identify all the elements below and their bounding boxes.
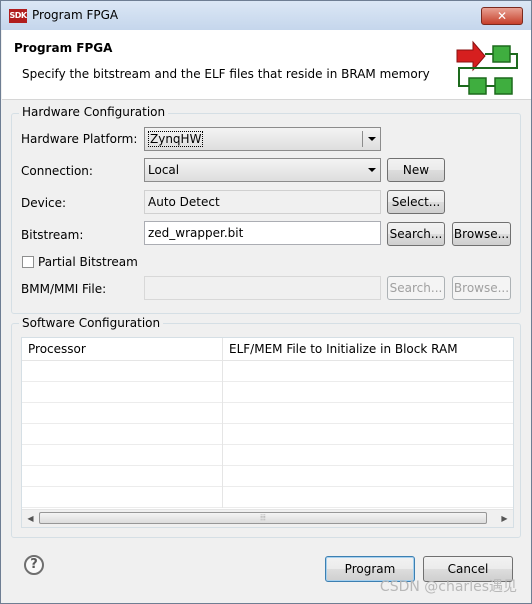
hardware-platform-value: ZynqHW <box>148 131 204 147</box>
scroll-right-icon[interactable]: ▶ <box>496 510 513 527</box>
bmm-file-input[interactable] <box>144 276 381 300</box>
device-label: Device: <box>21 196 67 210</box>
chevron-down-icon <box>368 168 376 172</box>
csdn-watermark: CSDN @charles遇见 <box>379 579 517 595</box>
column-header-elf-file[interactable]: ELF/MEM File to Initialize in Block RAM <box>223 338 513 361</box>
header-description: Specify the bitstream and the ELF files … <box>22 67 430 81</box>
connection-value: Local <box>148 163 180 177</box>
device-field: Auto Detect <box>144 190 381 214</box>
table-row <box>22 424 513 445</box>
column-header-processor[interactable]: Processor <box>22 338 223 361</box>
table-row <box>22 445 513 466</box>
table-row <box>22 403 513 424</box>
dialog-header: Program FPGA Specify the bitstream and t… <box>2 30 531 100</box>
sdk-app-icon: SDK <box>9 9 27 23</box>
new-connection-button[interactable]: New <box>387 158 445 182</box>
bitstream-label: Bitstream: <box>21 228 84 242</box>
title-bar[interactable]: SDK Program FPGA ✕ <box>1 1 531 30</box>
bmm-search-button[interactable]: Search... <box>387 276 445 300</box>
table-row <box>22 487 513 508</box>
horizontal-scrollbar[interactable]: ◀ ⦙⦙⦙ ▶ <box>22 509 513 527</box>
hardware-platform-label: Hardware Platform: <box>21 132 138 146</box>
chevron-down-icon <box>368 137 376 141</box>
hardware-platform-select[interactable]: ZynqHW <box>144 127 381 151</box>
column-divider <box>222 338 223 508</box>
software-group-label: Software Configuration <box>19 316 164 330</box>
table-row <box>22 361 513 382</box>
partial-bitstream-label: Partial Bitstream <box>38 255 138 269</box>
bmm-file-label: BMM/MMI File: <box>21 282 107 296</box>
program-fpga-dialog: SDK Program FPGA ✕ Program FPGA Specify … <box>0 0 532 604</box>
table-row <box>22 382 513 403</box>
help-icon[interactable]: ? <box>24 555 44 575</box>
bmm-browse-button[interactable]: Browse... <box>452 276 511 300</box>
partial-bitstream-checkbox[interactable] <box>22 256 34 268</box>
table-row <box>22 466 513 487</box>
header-title: Program FPGA <box>14 41 113 55</box>
combo-separator <box>362 131 363 147</box>
scroll-left-icon[interactable]: ◀ <box>22 510 39 527</box>
window-title: Program FPGA <box>32 8 119 22</box>
connection-label: Connection: <box>21 164 93 178</box>
select-device-button[interactable]: Select... <box>387 190 445 214</box>
scrollbar-thumb[interactable]: ⦙⦙⦙ <box>39 512 487 524</box>
hardware-group-label: Hardware Configuration <box>19 105 169 119</box>
fpga-program-icon <box>456 40 518 95</box>
close-button[interactable]: ✕ <box>481 7 523 25</box>
elf-assignment-table[interactable]: Processor ELF/MEM File to Initialize in … <box>21 337 514 528</box>
bitstream-browse-button[interactable]: Browse... <box>452 222 511 246</box>
bitstream-input[interactable]: zed_wrapper.bit <box>144 221 381 245</box>
connection-select[interactable]: Local <box>144 158 381 182</box>
bitstream-search-button[interactable]: Search... <box>387 222 445 246</box>
